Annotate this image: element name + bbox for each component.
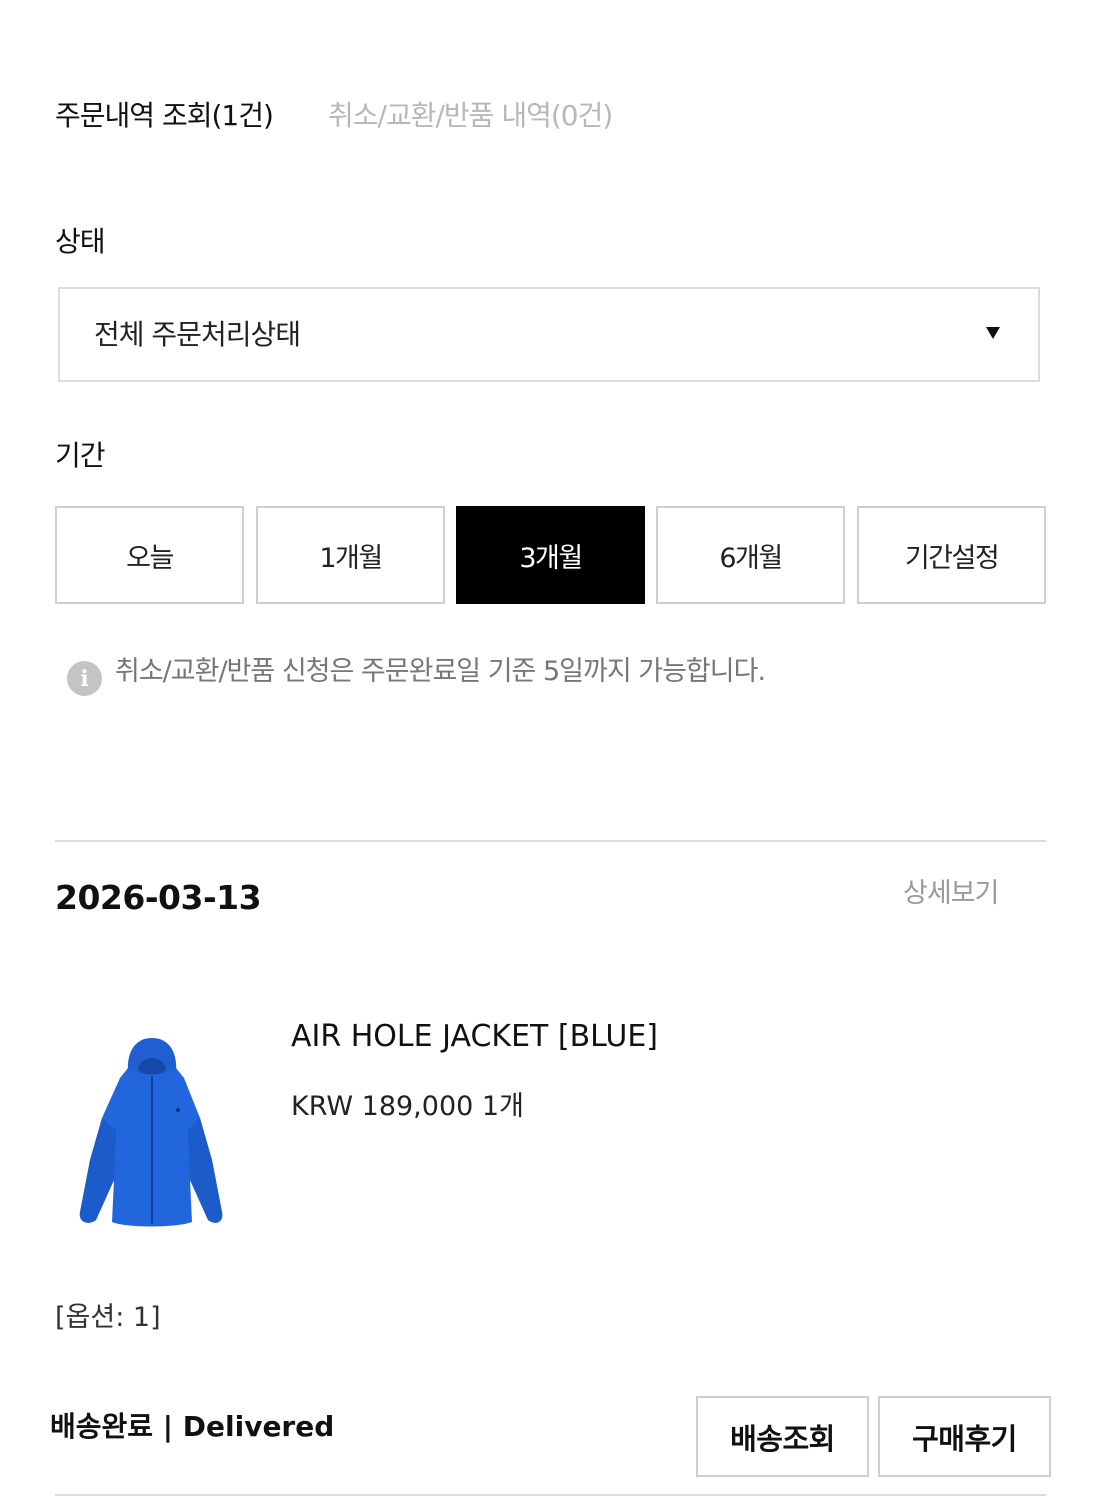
write-review-button[interactable]: 구매후기 xyxy=(878,1396,1051,1477)
status-label: 상태 xyxy=(55,225,106,258)
period-label: 기간 xyxy=(55,439,106,472)
status-select[interactable]: 전체 주문처리상태 xyxy=(58,287,1040,382)
info-icon-glyph: i xyxy=(80,666,89,692)
order-detail-link[interactable]: 상세보기 xyxy=(903,874,999,914)
period-button-custom[interactable]: 기간설정 xyxy=(857,506,1046,604)
tab-order-history[interactable]: 주문내역 조회(1건) xyxy=(55,96,274,136)
product-name[interactable]: AIR HOLE JACKET [BLUE] xyxy=(291,1016,658,1058)
product-image-jacket[interactable] xyxy=(66,1030,236,1235)
delivery-status: 배송완료 | Delivered xyxy=(50,1410,335,1443)
period-button-6-months[interactable]: 6개월 xyxy=(656,506,845,604)
dropdown-arrow-icon xyxy=(986,327,1000,339)
cancel-policy-notice: 취소/교환/반품 신청은 주문완료일 기준 5일까지 가능합니다. xyxy=(115,656,766,687)
order-date: 2026-03-13 xyxy=(55,878,262,917)
product-option: [옵션: 1] xyxy=(55,1302,161,1333)
period-button-3-months[interactable]: 3개월 xyxy=(456,506,645,604)
period-button-today[interactable]: 오늘 xyxy=(55,506,244,604)
period-button-1-month[interactable]: 1개월 xyxy=(256,506,445,604)
product-price-quantity: KRW 189,000 1개 xyxy=(291,1091,524,1122)
info-icon: i xyxy=(67,661,102,696)
status-select-value: 전체 주문처리상태 xyxy=(94,318,301,351)
tab-cancel-exchange-return[interactable]: 취소/교환/반품 내역(0건) xyxy=(328,96,613,136)
divider-bottom xyxy=(55,1494,1046,1496)
track-delivery-button[interactable]: 배송조회 xyxy=(696,1396,869,1477)
divider xyxy=(55,840,1046,842)
